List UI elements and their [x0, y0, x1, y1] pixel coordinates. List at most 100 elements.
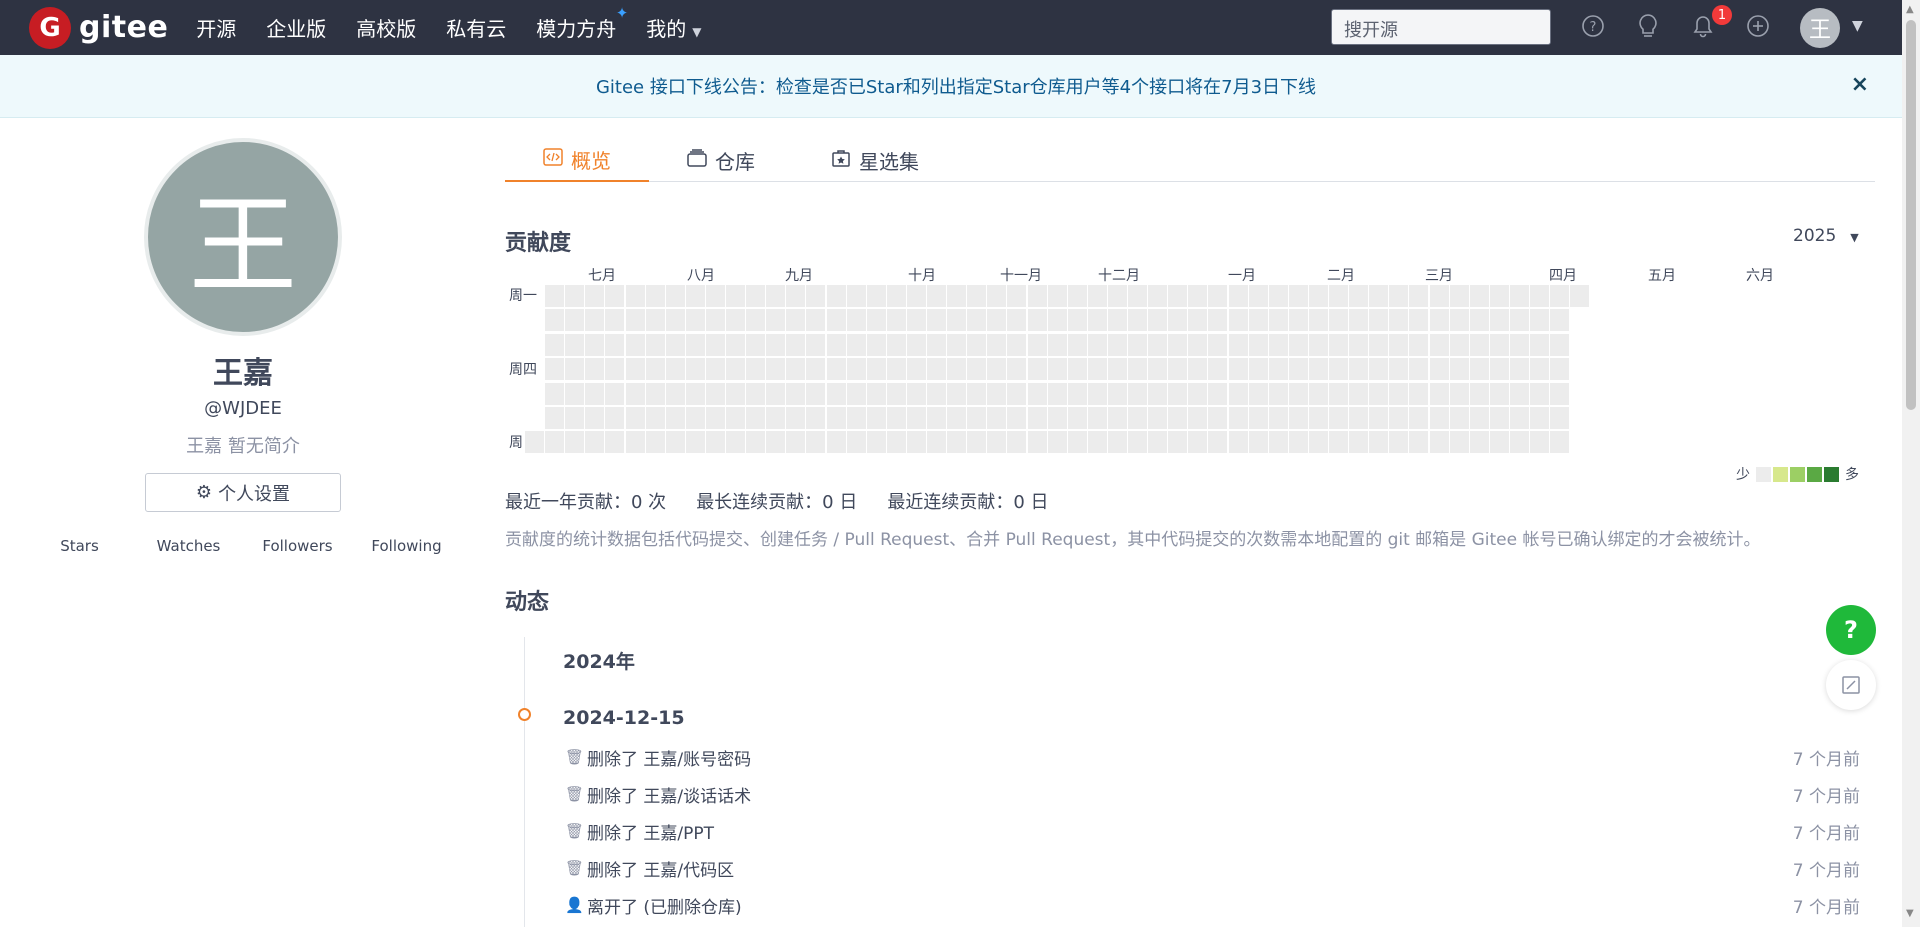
heatmap-cell: [1469, 431, 1489, 454]
tab-star-collections[interactable]: 星选集: [793, 138, 957, 182]
heatmap-cell: [705, 382, 725, 405]
nav-link-private-cloud[interactable]: 私有云: [446, 13, 506, 42]
heatmap-cell: [1409, 407, 1429, 429]
profile-avatar[interactable]: 王: [144, 138, 342, 336]
user-avatar[interactable]: 王: [1800, 8, 1840, 48]
heatmap-cell: [987, 382, 1007, 405]
heatmap-cell: [1268, 407, 1288, 429]
activity-item-text[interactable]: 离开了 (已删除仓库): [587, 893, 742, 918]
heatmap-cell: [866, 407, 886, 429]
help-icon[interactable]: ?: [1580, 13, 1606, 39]
heatmap-cell: [685, 333, 705, 356]
feedback-button[interactable]: [1826, 660, 1876, 710]
nav-link-moli[interactable]: 模力方舟 ✦: [536, 4, 628, 42]
heatmap-cell: [585, 309, 605, 332]
year-select-value: 2025: [1793, 226, 1837, 246]
stat-stars[interactable]: Stars: [25, 537, 134, 555]
personal-settings-label: 个人设置: [218, 483, 291, 505]
heatmap-cell: [1329, 358, 1348, 381]
activity-item-text[interactable]: 删除了 王嘉/账号密码: [587, 745, 751, 770]
heatmap-cell: [806, 382, 826, 405]
heatmap-cell: [645, 431, 665, 454]
heatmap-cell: [1530, 407, 1549, 429]
activity-item-text[interactable]: 删除了 王嘉/PPT: [587, 819, 714, 844]
scroll-up-arrow-icon[interactable]: ▲: [1906, 4, 1914, 15]
heatmap-cell: [886, 309, 906, 332]
help-button[interactable]: ?: [1826, 605, 1876, 655]
heatmap-cell: [1007, 382, 1027, 405]
heatmap-cell: [1489, 358, 1509, 381]
heatmap-cell: [1228, 382, 1248, 405]
heatmap-cell: [685, 431, 705, 454]
nav-links: 开源 企业版 高校版 私有云 模力方舟 ✦ 我的 ▼: [196, 4, 731, 42]
tab-overview[interactable]: 概览: [505, 138, 649, 182]
nav-link-education[interactable]: 高校版: [356, 13, 416, 42]
heatmap-cell: [826, 285, 846, 307]
heatmap-cell: [726, 285, 745, 307]
heatmap-cell: [1550, 407, 1570, 429]
heatmap-cell: [1268, 285, 1288, 307]
heatmap-cell: [1168, 333, 1188, 356]
heatmap-cell: [927, 431, 946, 454]
personal-settings-button[interactable]: ⚙ 个人设置: [145, 473, 341, 512]
heatmap-cell: [1107, 309, 1127, 332]
heatmap-cell: [786, 285, 806, 307]
heatmap-cell: [1027, 382, 1047, 405]
activity-item-text[interactable]: 删除了 王嘉/谈话话术: [587, 782, 751, 807]
heatmap-cell: [1469, 309, 1489, 332]
heatmap-cell: [947, 407, 967, 429]
day-label-thursday: 周四: [509, 362, 537, 378]
heatmap-cell: [1208, 382, 1228, 405]
star-box-icon: [831, 149, 851, 172]
heatmap-cell: [1047, 333, 1067, 356]
heatmap-cell: [766, 309, 786, 332]
heatmap-cell: [565, 309, 585, 332]
heatmap-cell: [1550, 431, 1570, 454]
heatmap-cell: [1208, 285, 1228, 307]
heatmap-cell: [1349, 431, 1369, 454]
stat-followers[interactable]: Followers: [243, 537, 352, 555]
repo-icon: [687, 148, 707, 172]
plus-icon[interactable]: [1745, 13, 1771, 39]
nav-link-mine[interactable]: 我的 ▼: [646, 13, 701, 42]
lightbulb-icon[interactable]: [1635, 13, 1661, 39]
heatmap-cell: [1489, 431, 1509, 454]
heatmap-cell: [625, 285, 645, 307]
heatmap-cell: [1148, 333, 1168, 356]
heatmap-cell: [1429, 382, 1449, 405]
heatmap-cell: [1248, 333, 1268, 356]
tab-repositories[interactable]: 仓库: [649, 138, 793, 182]
heatmap-cell: [1228, 309, 1248, 332]
heatmap-cell: [766, 431, 786, 454]
announcement-text[interactable]: Gitee 接口下线公告：检查是否已Star和列出指定Star仓库用户等4个接口…: [596, 73, 1316, 99]
heatmap-cell: [987, 285, 1007, 307]
heatmap-cell: [726, 358, 745, 381]
nav-link-enterprise[interactable]: 企业版: [266, 13, 326, 42]
heatmap-cell: [1469, 333, 1489, 356]
chevron-down-icon[interactable]: ▼: [1852, 18, 1863, 34]
heatmap-cell: [525, 431, 544, 454]
heatmap-cell: [1208, 333, 1228, 356]
heatmap-cell: [665, 382, 685, 405]
year-select[interactable]: 2025 ▼: [1793, 226, 1859, 246]
contribution-longest-streak: 最长连续贡献：0 日: [696, 492, 858, 513]
activity-item-time: 7 个月前: [1792, 823, 1860, 844]
heatmap-cell: [967, 285, 987, 307]
page-scrollbar[interactable]: ▲ ▼: [1902, 0, 1920, 927]
gitee-logo[interactable]: G gitee: [29, 6, 168, 49]
close-icon[interactable]: ×: [1851, 72, 1869, 97]
scrollbar-thumb[interactable]: [1906, 20, 1916, 410]
heatmap-cell: [545, 309, 565, 332]
nav-link-opensource[interactable]: 开源: [196, 13, 236, 42]
heatmap-cell: [1509, 285, 1529, 307]
month-label: 一月: [1228, 268, 1256, 284]
heatmap-cell: [1469, 358, 1489, 381]
stat-following[interactable]: Following: [352, 537, 461, 555]
heatmap-cell: [545, 431, 565, 454]
stat-watches[interactable]: Watches: [134, 537, 243, 555]
heatmap-cell: [1288, 333, 1308, 356]
activity-item-text[interactable]: 删除了 王嘉/代码区: [587, 856, 734, 881]
scroll-down-arrow-icon[interactable]: ▼: [1906, 908, 1914, 919]
heatmap-cell: [1429, 333, 1449, 356]
search-input[interactable]: 搜开源: [1331, 9, 1551, 45]
